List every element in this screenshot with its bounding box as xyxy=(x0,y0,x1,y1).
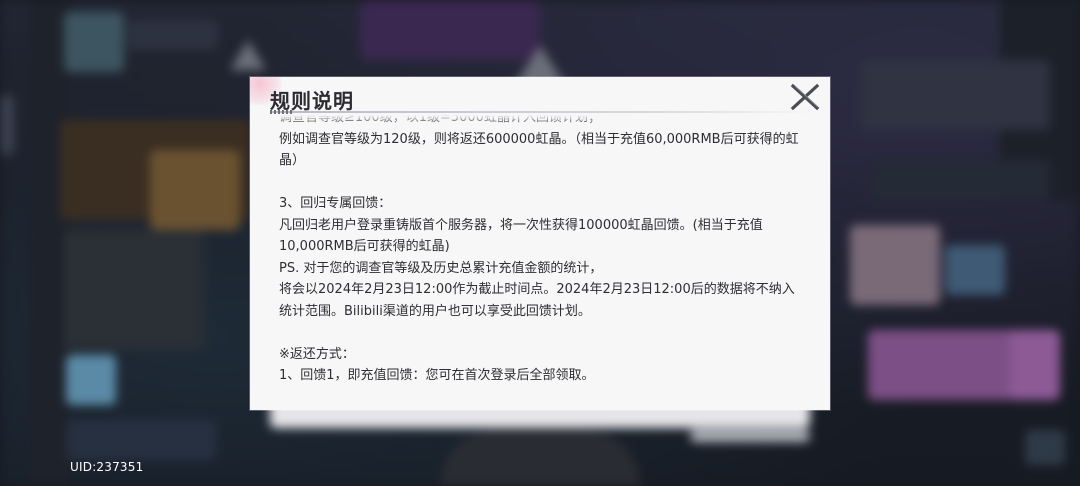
background-shape xyxy=(128,20,218,50)
background-shape xyxy=(1010,330,1060,400)
close-x-icon xyxy=(790,83,820,111)
rules-line: 1、回馈1，即充值回馈：您可在首次登录后全部领取。 xyxy=(279,368,595,383)
background-shape xyxy=(850,225,940,305)
background-character xyxy=(440,430,640,486)
background-shape xyxy=(64,230,204,350)
rules-line: 凡回归老用户登录重铸版首个服务器，将一次性获得100000虹晶回馈。(相当于充值… xyxy=(279,217,763,255)
background-shape xyxy=(360,0,540,60)
uid-label: UID:237351 xyxy=(70,460,144,474)
background-shape xyxy=(230,40,266,70)
rules-line: PS. 对于您的调查官等级及历史总累计充值金额的统计， xyxy=(279,260,603,276)
rules-text-content: 调查官等级≥100级，以1级=5000虹晶计入回馈计划； 例如调查官等级为120… xyxy=(279,115,807,387)
title-divider xyxy=(270,111,815,113)
rules-blank-line xyxy=(279,172,807,194)
rules-section-heading: 3、回归专属回馈： xyxy=(279,196,392,211)
background-shape xyxy=(66,355,116,405)
rules-dialog: 规则说明 调查官等级≥100级，以1级=5000虹晶计入回馈计划； 例如调查官等… xyxy=(250,77,830,410)
rules-blank-line xyxy=(279,322,807,344)
rules-text-scroll-area[interactable]: 调查官等级≥100级，以1级=5000虹晶计入回馈计划； 例如调查官等级为120… xyxy=(279,115,807,400)
background-shape xyxy=(870,160,1050,200)
background-shape xyxy=(690,430,810,442)
background-shape xyxy=(1025,430,1065,465)
background-shape xyxy=(0,95,14,155)
background-shape xyxy=(860,60,1050,130)
rules-line: 调查官等级≥100级，以1级=5000虹晶计入回馈计划； xyxy=(279,115,601,125)
rules-line: 例如调查官等级为120级，则将返还600000虹晶。（相当于充值60,000RM… xyxy=(279,131,799,169)
rules-line: 将会以2024年2月23日12:00作为截止时间点。2024年2月23日12:0… xyxy=(279,282,795,319)
background-shape xyxy=(945,245,1005,295)
close-button[interactable] xyxy=(788,80,822,114)
player-avatar xyxy=(64,12,124,72)
background-shape xyxy=(66,420,216,460)
title-decoration xyxy=(270,110,292,114)
rules-section-heading: ※返还方式： xyxy=(279,346,355,362)
background-shape xyxy=(150,150,240,230)
